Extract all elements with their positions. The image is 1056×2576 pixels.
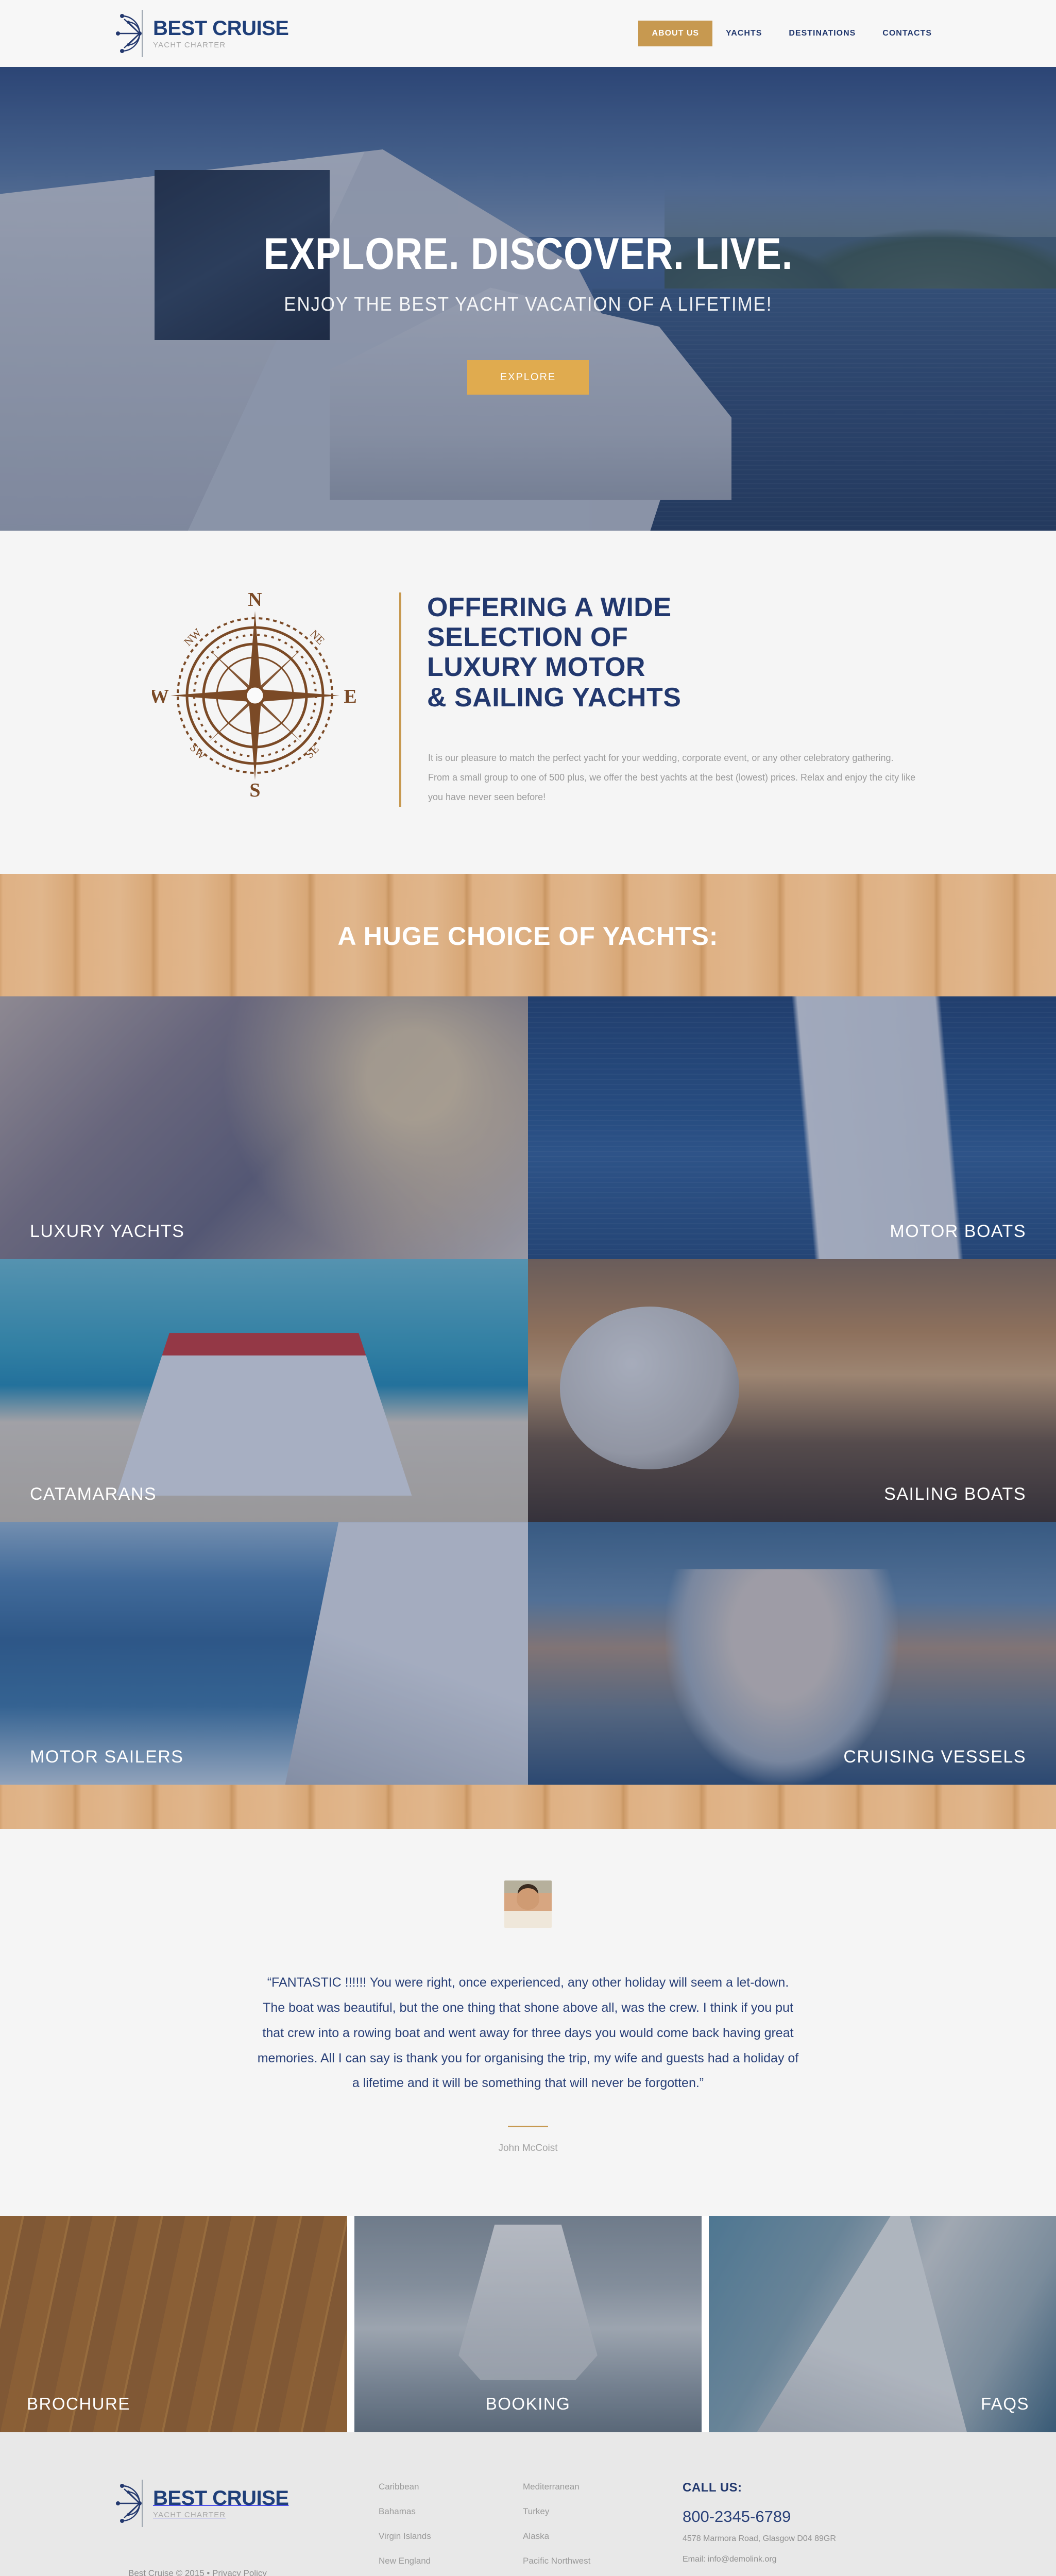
gallery-tile-cruising-vessels[interactable]: CRUISING VESSELS — [528, 1522, 1056, 1785]
compass-label-sw: SW — [188, 741, 209, 762]
footer-logo[interactable]: BEST CRUISE YACHT CHARTER — [111, 2478, 379, 2529]
intro-section: N E S W NW NE SW SE OFFERING A WIDE SELE… — [0, 531, 1056, 874]
explore-button[interactable]: EXPLORE — [467, 360, 589, 395]
main-navigation: ABOUT US YACHTS DESTINATIONS CONTACTS — [638, 21, 945, 46]
compass-label-e: E — [344, 686, 356, 707]
nav-item-contacts[interactable]: CONTACTS — [869, 21, 945, 46]
compass-label-n: N — [248, 592, 262, 611]
compass-label-w: W — [152, 686, 169, 707]
destinations-column-1: Caribbean Bahamas Virgin Islands New Englan… — [379, 2482, 523, 2576]
tile-overlay — [528, 1522, 1056, 1785]
tile-label: LUXURY YACHTS — [30, 1222, 185, 1242]
footer-logo-tagline: YACHT CHARTER — [153, 2510, 226, 2519]
tile-overlay — [528, 996, 1056, 1260]
tile-label: MOTOR SAILERS — [30, 1747, 184, 1767]
call-us-title: CALL US: — [683, 2481, 742, 2495]
intro-heading-line-3: LUXURY MOTOR — [427, 652, 645, 683]
footer-link-turkey[interactable]: Turkey — [523, 2506, 667, 2517]
compass-label-se: SE — [303, 742, 321, 761]
intro-paragraph: It is our pleasure to match the perfect … — [428, 752, 916, 802]
hero-section: EXPLORE. DISCOVER. LIVE. ENJOY THE BEST … — [0, 67, 1056, 531]
intro-heading-line-2: SELECTION OF — [427, 622, 628, 653]
ship-wheel-icon — [111, 8, 148, 59]
nav-item-about-us[interactable]: ABOUT US — [638, 21, 713, 46]
nav-item-destinations[interactable]: DESTINATIONS — [775, 21, 869, 46]
compass-rose-icon: N E S W NW NE SW SE — [152, 592, 357, 799]
customer-avatar — [504, 1880, 552, 1928]
phone-number[interactable]: 800-2345-6789 — [683, 2507, 945, 2526]
gallery-tile-catamarans[interactable]: CATAMARANS — [0, 1259, 528, 1522]
site-logo[interactable]: BEST CRUISE YACHT CHARTER — [111, 8, 289, 59]
footer-link-caribbean[interactable]: Caribbean — [379, 2482, 523, 2492]
promo-label: BROCHURE — [27, 2394, 130, 2414]
promo-label: FAQS — [980, 2394, 1029, 2414]
gallery-tile-luxury-yachts[interactable]: LUXURY YACHTS — [0, 996, 528, 1260]
footer-logo-title: BEST CRUISE — [153, 2486, 289, 2510]
footer-link-virgin-islands[interactable]: Virgin Islands — [379, 2531, 523, 2541]
intro-heading-line-4: & SAILING YACHTS — [427, 682, 682, 713]
copyright-text: Best Cruise © 2015 • Privacy Policy — [128, 2568, 267, 2576]
tile-overlay — [528, 1259, 1056, 1522]
gallery-tile-motor-boats[interactable]: MOTOR BOATS — [528, 996, 1056, 1260]
yacht-gallery-section: A HUGE CHOICE OF YACHTS: LUXURY YACHTS MO… — [0, 874, 1056, 1829]
footer-link-mediterranean[interactable]: Mediterranean — [523, 2482, 667, 2492]
tile-overlay — [0, 1522, 528, 1785]
intro-heading-line-1: OFFERING A WIDE — [427, 592, 672, 622]
compass-label-nw: NW — [181, 626, 204, 649]
hero-subtitle: ENJOY THE BEST YACHT VACATION OF A LIFET… — [283, 294, 773, 315]
logo-tagline: YACHT CHARTER — [153, 40, 226, 49]
gallery-title: A HUGE CHOICE OF YACHTS: — [337, 922, 719, 951]
testimonial-section: “FANTASTIC !!!!!! You were right, once e… — [0, 1829, 1056, 2216]
footer-destination-links: Caribbean Bahamas Virgin Islands New Englan… — [379, 2478, 667, 2576]
footer-link-alaska[interactable]: Alaska — [523, 2531, 667, 2541]
email-text[interactable]: Email: info@demolink.org — [683, 2552, 945, 2567]
testimonial-quote: “FANTASTIC !!!!!! You were right, once e… — [257, 1975, 799, 2091]
footer-link-pacific-northwest[interactable]: Pacific Northwest — [523, 2556, 667, 2566]
ship-wheel-icon — [111, 2478, 148, 2529]
nav-item-yachts[interactable]: YACHTS — [712, 21, 775, 46]
gallery-tile-sailing-boats[interactable]: SAILING BOATS — [528, 1259, 1056, 1522]
footer-link-bahamas[interactable]: Bahamas — [379, 2506, 523, 2517]
hero-title: EXPLORE. DISCOVER. LIVE. — [263, 229, 793, 279]
tile-label: CRUISING VESSELS — [843, 1747, 1026, 1767]
site-header: BEST CRUISE YACHT CHARTER ABOUT US YACHTS… — [0, 0, 1056, 67]
promo-label: BOOKING — [485, 2394, 571, 2414]
promo-panel-faqs[interactable]: FAQS — [709, 2216, 1056, 2433]
tile-label: SAILING BOATS — [884, 1484, 1026, 1504]
intro-heading: OFFERING A WIDE SELECTION OF LUXURY MOTO… — [412, 592, 945, 713]
address-text: 4578 Marmora Road, Glasgow D04 89GR — [683, 2534, 836, 2544]
gallery-wood-footer — [0, 1785, 1056, 1829]
logo-title: BEST CRUISE — [153, 16, 289, 40]
site-footer: BEST CRUISE YACHT CHARTER Best Cruise © … — [0, 2432, 1056, 2576]
testimonial-author: John McCoist — [498, 2143, 558, 2154]
tile-overlay — [0, 996, 528, 1260]
promo-panels: BROCHURE BOOKING FAQS — [0, 2216, 1056, 2433]
gallery-grid: LUXURY YACHTS MOTOR BOATS CATAMARANS SAILIN… — [0, 996, 1056, 1785]
compass-label-s: S — [249, 779, 260, 799]
footer-contact-block: CALL US: 800-2345-6789 4578 Marmora Road… — [667, 2478, 945, 2576]
compass-label-ne: NE — [308, 627, 327, 647]
tile-label: CATAMARANS — [30, 1484, 157, 1504]
destinations-column-2: Mediterranean Turkey Alaska Pacific Northwe… — [523, 2482, 667, 2576]
tile-label: MOTOR BOATS — [890, 1222, 1026, 1242]
testimonial-divider — [508, 2126, 548, 2128]
promo-panel-brochure[interactable]: BROCHURE — [0, 2216, 347, 2433]
promo-panel-booking[interactable]: BOOKING — [354, 2216, 702, 2433]
footer-link-new-england[interactable]: New England — [379, 2556, 523, 2566]
compass-rose-wrapper: N E S W NW NE SW SE — [111, 592, 399, 799]
gallery-tile-motor-sailers[interactable]: MOTOR SAILERS — [0, 1522, 528, 1785]
tile-overlay — [0, 1259, 528, 1522]
